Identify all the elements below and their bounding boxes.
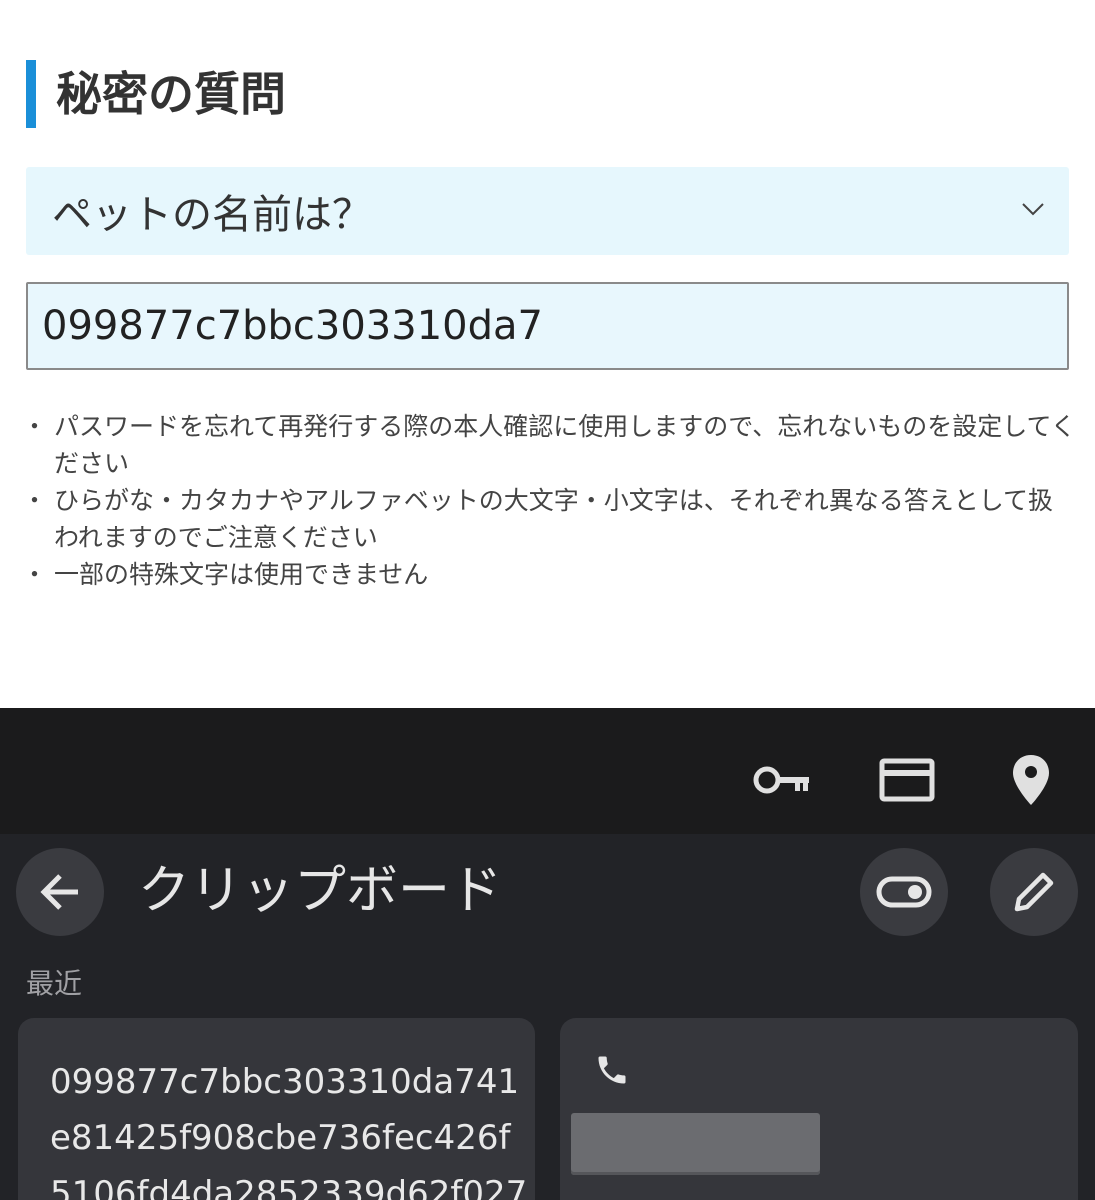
clip-text-line: e81425f908cbe736fec426f xyxy=(50,1118,511,1158)
keyboard-autofill-bar xyxy=(0,708,1095,834)
notes-list: パスワードを忘れて再発行する際の本人確認に使用しますので、忘れないものを設定して… xyxy=(22,408,1077,593)
clipboard-toggle-button[interactable] xyxy=(860,848,948,936)
screen: 秘密の質問 ペットの名前は？ パスワードを忘れて再発行する際の本人確認に使用しま… xyxy=(0,0,1095,1200)
credit-card-icon[interactable] xyxy=(875,748,939,812)
secret-question-form: 秘密の質問 ペットの名前は？ パスワードを忘れて再発行する際の本人確認に使用しま… xyxy=(0,0,1095,708)
section-title: 秘密の質問 xyxy=(26,60,286,128)
toggle-icon xyxy=(876,876,932,908)
phone-icon xyxy=(598,1056,626,1084)
clip-text-line: 5106fd4da2852339d62f027 xyxy=(50,1174,528,1200)
secret-answer-input[interactable] xyxy=(26,282,1069,370)
chevron-down-icon xyxy=(1022,203,1044,216)
note-item: ひらがな・カタカナやアルファベットの大文字・小文字は、それぞれ異なる答えとして扱… xyxy=(22,482,1077,556)
arrow-left-icon xyxy=(40,874,78,910)
edit-button[interactable] xyxy=(990,848,1078,936)
selected-question: ペットの名前は？ xyxy=(52,192,372,238)
clipboard-title: クリップボード xyxy=(138,861,503,921)
clipboard-item[interactable]: 099877c7bbc303310da741 e81425f908cbe736f… xyxy=(18,1018,535,1200)
note-item: 一部の特殊文字は使用できません xyxy=(22,556,1077,593)
back-button[interactable] xyxy=(16,848,104,936)
recent-label: 最近 xyxy=(26,967,83,1000)
pencil-icon xyxy=(1014,872,1054,912)
clipboard-panel: クリップボード 最近 099877c7bbc303310da741 e81425… xyxy=(0,834,1095,1200)
redacted-phone-number xyxy=(571,1113,820,1175)
key-icon[interactable] xyxy=(750,748,814,812)
location-pin-icon[interactable] xyxy=(999,748,1063,812)
secret-question-select[interactable]: ペットの名前は？ xyxy=(26,167,1069,255)
clipboard-item-phone[interactable] xyxy=(560,1018,1078,1200)
note-item: パスワードを忘れて再発行する際の本人確認に使用しますので、忘れないものを設定して… xyxy=(22,408,1077,482)
clip-text-line: 099877c7bbc303310da741 xyxy=(50,1062,520,1102)
